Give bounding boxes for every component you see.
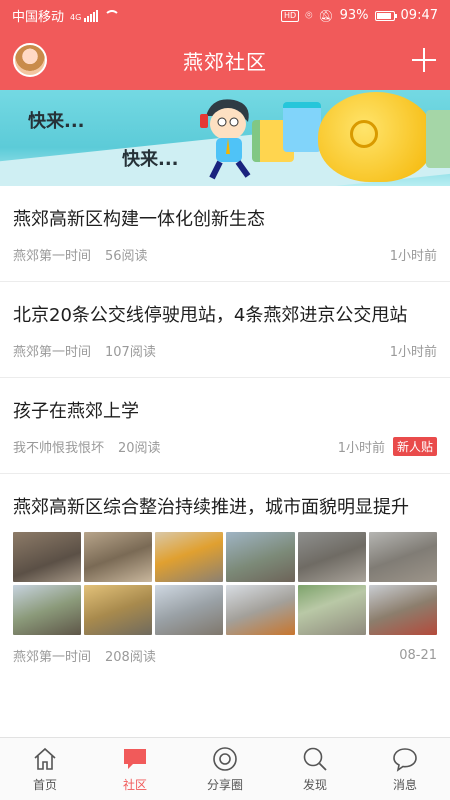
post-reads: 20阅读: [118, 440, 161, 456]
tab-label: 社区: [122, 778, 147, 792]
post-photo[interactable]: [84, 532, 153, 582]
tab-label: 发现: [302, 778, 327, 792]
post-time: 1小时前: [337, 440, 385, 456]
mute-bell-icon: 🔕︎: [318, 8, 334, 23]
home-icon: [34, 747, 56, 770]
tab-messages[interactable]: 消息: [360, 738, 450, 800]
page-title: 燕郊社区: [183, 50, 267, 74]
clock: 09:47: [400, 8, 438, 23]
tab-label: 分享圈: [206, 778, 243, 792]
chat-bubble-icon: [124, 749, 146, 769]
add-post-button[interactable]: [412, 48, 436, 72]
message-icon: [393, 748, 417, 772]
post-reads: 56阅读: [105, 248, 148, 264]
post-item[interactable]: 燕郊高新区综合整治持续推进，城市面貌明显提升 燕郊第一时间 208阅读 08-21: [0, 474, 450, 666]
tab-share-circle[interactable]: 分享圈: [180, 738, 270, 800]
share-circle-icon: [213, 747, 237, 771]
post-reads: 107阅读: [105, 344, 156, 360]
post-time: 1小时前: [389, 344, 437, 360]
battery-icon: [374, 10, 397, 21]
post-item[interactable]: 孩子在燕郊上学 我不帅恨我恨坏 20阅读 1小时前 新人贴: [0, 378, 450, 474]
banner-text-1: 快来...: [28, 111, 85, 132]
hd-badge: HD: [281, 9, 300, 22]
banner-text-2: 快来...: [122, 149, 179, 170]
post-photo[interactable]: [368, 532, 437, 582]
post-title: 孩子在燕郊上学: [13, 401, 139, 422]
carrier-label: 中国移动: [12, 10, 65, 25]
running-man-illustration: [200, 99, 251, 180]
avatar[interactable]: [13, 43, 47, 77]
battery-percent: 93%: [339, 8, 369, 23]
search-icon: [303, 747, 327, 771]
post-photo[interactable]: [13, 532, 82, 582]
post-title: 燕郊高新区构建一体化创新生态: [13, 209, 265, 230]
app-header: 燕郊社区: [0, 31, 450, 90]
new-user-badge: 新人贴: [392, 436, 437, 456]
post-photo[interactable]: [297, 585, 366, 635]
network-label: 4G: [70, 13, 82, 22]
post-source: 燕郊第一时间: [13, 649, 92, 665]
post-time: 08-21: [399, 647, 437, 663]
gift-box-icon: [426, 110, 450, 168]
post-item[interactable]: 燕郊高新区构建一体化创新生态 燕郊第一时间 56阅读 1小时前: [0, 186, 450, 282]
tab-community[interactable]: 社区: [90, 738, 180, 800]
post-meta: 我不帅恨我恨坏 20阅读 1小时前 新人贴: [13, 435, 437, 457]
post-reads: 208阅读: [105, 649, 156, 665]
post-title: 北京20条公交线停驶甩站，4条燕郊进京公交甩站: [13, 305, 408, 326]
post-time: 1小时前: [389, 248, 437, 264]
wifi-icon: [104, 9, 121, 22]
bottom-tab-bar: 首页 社区 分享圈 发现 消息: [0, 737, 450, 800]
post-source: 燕郊第一时间: [13, 344, 92, 360]
bag-badge-icon: [350, 120, 378, 148]
post-photo[interactable]: [84, 585, 153, 635]
promo-banner[interactable]: 快来... 快来...: [0, 90, 450, 186]
gift-box-icon: [283, 102, 321, 152]
tab-home[interactable]: 首页: [0, 738, 90, 800]
post-photo-grid[interactable]: [13, 532, 437, 635]
status-bar: 中国移动 4G HD ⌾ 🔕︎ 93% 09:47: [0, 0, 450, 31]
post-source: 我不帅恨我恨坏: [13, 440, 105, 456]
post-photo[interactable]: [155, 585, 224, 635]
post-feed: 燕郊高新区构建一体化创新生态 燕郊第一时间 56阅读 1小时前 北京20条公交线停…: [0, 186, 450, 737]
tab-label: 消息: [392, 778, 417, 792]
post-photo[interactable]: [297, 532, 366, 582]
post-meta: 燕郊第一时间 56阅读 1小时前: [13, 243, 437, 265]
post-meta: 燕郊第一时间 107阅读 1小时前: [13, 339, 437, 361]
tab-label: 首页: [32, 778, 57, 792]
post-item[interactable]: 北京20条公交线停驶甩站，4条燕郊进京公交甩站 燕郊第一时间 107阅读 1小时前: [0, 282, 450, 378]
post-photo[interactable]: [13, 585, 82, 635]
post-photo[interactable]: [226, 532, 295, 582]
post-meta: 燕郊第一时间 208阅读 08-21: [13, 644, 437, 666]
post-source: 燕郊第一时间: [13, 248, 92, 264]
post-photo[interactable]: [226, 585, 295, 635]
post-photo[interactable]: [368, 585, 437, 635]
signal-icon: [84, 9, 99, 22]
post-photo[interactable]: [155, 532, 224, 582]
tab-discover[interactable]: 发现: [270, 738, 360, 800]
post-title: 燕郊高新区综合整治持续推进，城市面貌明显提升: [13, 497, 409, 518]
location-icon: ⌾: [305, 8, 313, 22]
